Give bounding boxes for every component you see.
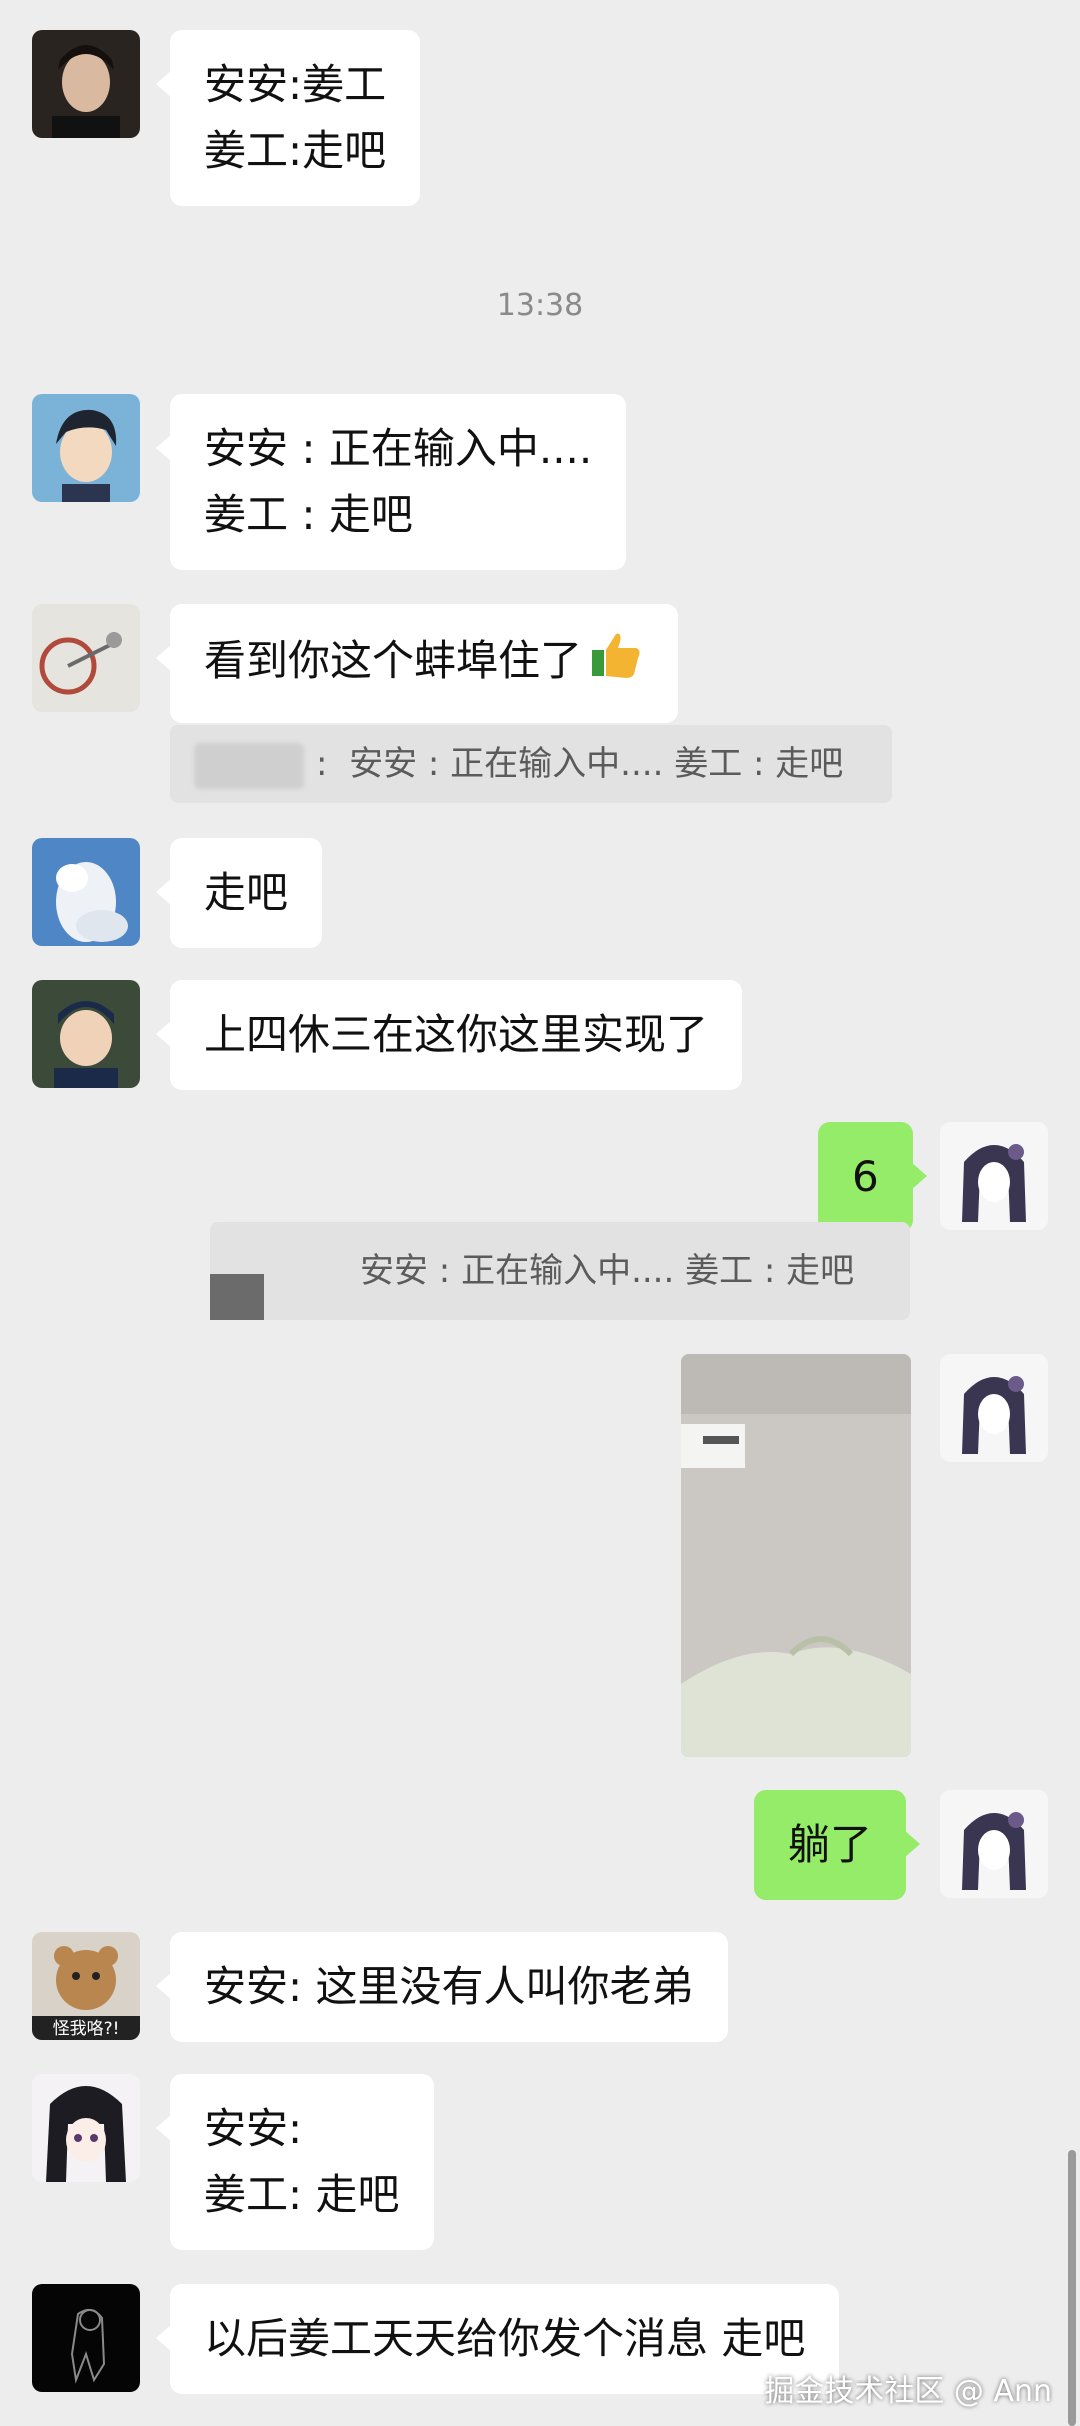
avatar[interactable]	[32, 604, 140, 712]
message-text: 走吧	[204, 868, 289, 917]
message-text: 6	[852, 1152, 879, 1201]
avatar-caption: 怪我咯?!	[53, 2019, 120, 2039]
avatar-self[interactable]	[940, 1122, 1048, 1230]
avatar-self[interactable]	[940, 1354, 1048, 1462]
blurred-sender-name	[194, 742, 304, 789]
message-text: 安安 : 正在输入中....	[204, 424, 593, 473]
avatar[interactable]	[32, 2074, 140, 2182]
message-bubble[interactable]: 安安:姜工 姜工:走吧	[155, 30, 421, 206]
message-text: 上四休三在这你这里实现了	[204, 1010, 709, 1059]
quote-text: 安安 : 正在输入中.... 姜工 : 走吧	[360, 1251, 855, 1291]
watermark: 掘金技术社区 @ Ann	[764, 2374, 1052, 2409]
message-text: 以后姜工天天给你发个消息 走吧	[204, 2314, 806, 2363]
message-text: 姜工:走吧	[204, 126, 387, 175]
message-bubble[interactable]: 安安 : 正在输入中.... 姜工 : 走吧	[155, 394, 627, 570]
thumbs-up-icon	[588, 626, 644, 701]
chat-timestamp: 13:38	[496, 288, 584, 323]
message-text: 躺了	[788, 1820, 873, 1869]
blurred-thumbnail	[210, 1274, 264, 1320]
scrollbar[interactable]	[1068, 2150, 1076, 2426]
avatar[interactable]	[32, 30, 140, 138]
message-bubble-self[interactable]: 躺了	[754, 1790, 921, 1900]
avatar-self[interactable]	[940, 1790, 1048, 1898]
avatar[interactable]	[32, 838, 140, 946]
image-message[interactable]	[681, 1354, 911, 1757]
message-bubble[interactable]: 看到你这个蚌埠住了	[155, 604, 679, 723]
message-text: 安安: 这里没有人叫你老弟	[204, 1962, 694, 2011]
message-text: 看到你这个蚌埠住了	[204, 636, 583, 685]
avatar[interactable]: 怪我咯?!	[32, 1932, 140, 2040]
message-text: 姜工 : 走吧	[204, 490, 413, 539]
avatar[interactable]	[32, 394, 140, 502]
avatar[interactable]	[32, 980, 140, 1088]
message-bubble[interactable]: 安安: 这里没有人叫你老弟	[156, 1932, 728, 2042]
message-bubble[interactable]: 上四休三在这你这里实现了	[155, 980, 743, 1090]
message-bubble-self[interactable]: 6	[818, 1122, 927, 1232]
avatar[interactable]	[32, 2284, 140, 2392]
quote-separator: :	[316, 744, 328, 784]
message-text: 姜工: 走吧	[204, 2170, 400, 2219]
message-text: 安安:姜工	[204, 60, 387, 109]
message-text: 安安:	[204, 2104, 303, 2153]
message-bubble[interactable]: 以后姜工天天给你发个消息 走吧	[155, 2284, 840, 2394]
quoted-message[interactable]: 安安 : 正在输入中.... 姜工 : 走吧	[210, 1222, 910, 1320]
quote-text: 安安 : 正在输入中.... 姜工 : 走吧	[349, 744, 844, 784]
quoted-message[interactable]: : 安安 : 正在输入中.... 姜工 : 走吧	[170, 725, 892, 803]
message-bubble[interactable]: 走吧	[155, 838, 323, 948]
message-bubble[interactable]: 安安: 姜工: 走吧	[156, 2074, 434, 2250]
